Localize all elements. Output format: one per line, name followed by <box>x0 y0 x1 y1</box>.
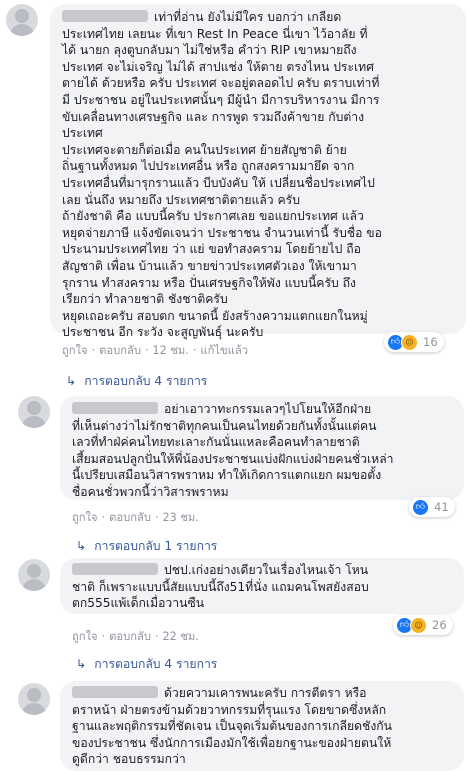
reply-link[interactable]: ตอบกลับ <box>109 511 151 524</box>
comment-bubble: เท่าที่อ่าน ยังไม่มีใคร บอกว่า เกลียด ปร… <box>50 4 466 339</box>
like-link[interactable]: ถูกใจ <box>72 630 98 643</box>
comment-text: อย่าเอาวาทะกรรมเลวๆไปโยนให้อีกฝ่าย ที่เห… <box>72 402 394 499</box>
comment-actions: ถูกใจ · ตอบกลับ · 22 ชม. <box>72 630 199 643</box>
author-name-redacted[interactable] <box>72 686 158 698</box>
timestamp[interactable]: 22 ชม. <box>163 630 199 643</box>
like-icon: 👍︎ <box>412 498 429 516</box>
comment-bubble: ปชป.เก่งอย่างเดียวในเรื่องไหนเจ้า โหน ชา… <box>60 558 464 614</box>
like-link[interactable]: ถูกใจ <box>62 344 88 357</box>
reaction-summary[interactable]: 👍︎ ☹ 16 <box>384 332 444 352</box>
haha-icon: ☺ <box>410 616 427 634</box>
reaction-count: 41 <box>434 500 449 514</box>
reply-arrow-icon: ↳ <box>76 539 87 553</box>
author-name-redacted[interactable] <box>62 10 148 22</box>
author-name-redacted[interactable] <box>72 563 158 575</box>
avatar[interactable] <box>18 396 50 428</box>
author-name-redacted[interactable] <box>72 402 158 414</box>
timestamp[interactable]: 23 ชม. <box>163 511 199 524</box>
avatar[interactable] <box>18 559 50 591</box>
avatar[interactable] <box>18 683 50 715</box>
view-replies-link[interactable]: ↳ การตอบกลับ 4 รายการ <box>76 655 217 674</box>
comment-thread: เท่าที่อ่าน ยังไม่มีใคร บอกว่า เกลียด ปร… <box>0 0 469 771</box>
view-replies-link[interactable]: ↳ การตอบกลับ 1 รายการ <box>76 537 217 556</box>
reaction-summary[interactable]: 👍︎ 41 <box>409 497 455 517</box>
comment-bubble: ด้วยความเคารพนะครับ การตีตรา หรือ ตราหน้… <box>60 681 464 771</box>
reply-link[interactable]: ตอบกลับ <box>99 344 141 357</box>
timestamp[interactable]: 12 ชม. <box>153 344 189 357</box>
comment-text: ด้วยความเคารพนะครับ การตีตรา หรือ ตราหน้… <box>72 686 392 767</box>
comment-text: เท่าที่อ่าน ยังไม่มีใคร บอกว่า เกลียด ปร… <box>62 10 382 340</box>
edited-label[interactable]: แก้ไขแล้ว <box>200 344 248 357</box>
view-replies-link[interactable]: ↳ การตอบกลับ 4 รายการ <box>66 372 207 391</box>
sad-icon: ☹ <box>401 333 418 351</box>
comment-actions: ถูกใจ · ตอบกลับ · 23 ชม. <box>72 511 199 524</box>
comment-text: ปชป.เก่งอย่างเดียวในเรื่องไหนเจ้า โหน ชา… <box>72 563 369 611</box>
like-link[interactable]: ถูกใจ <box>72 511 98 524</box>
comment-bubble: อย่าเอาวาทะกรรมเลวๆไปโยนให้อีกฝ่าย ที่เห… <box>60 396 464 500</box>
reply-link[interactable]: ตอบกลับ <box>109 630 151 643</box>
reaction-summary[interactable]: 👍︎ ☺ 26 <box>393 615 453 635</box>
reply-arrow-icon: ↳ <box>66 374 77 388</box>
comment-actions: ถูกใจ · ตอบกลับ · 12 ชม. · แก้ไขแล้ว <box>62 344 249 357</box>
avatar[interactable] <box>6 4 38 36</box>
reply-arrow-icon: ↳ <box>76 657 87 671</box>
reaction-count: 26 <box>432 618 447 632</box>
reaction-count: 16 <box>423 335 438 349</box>
